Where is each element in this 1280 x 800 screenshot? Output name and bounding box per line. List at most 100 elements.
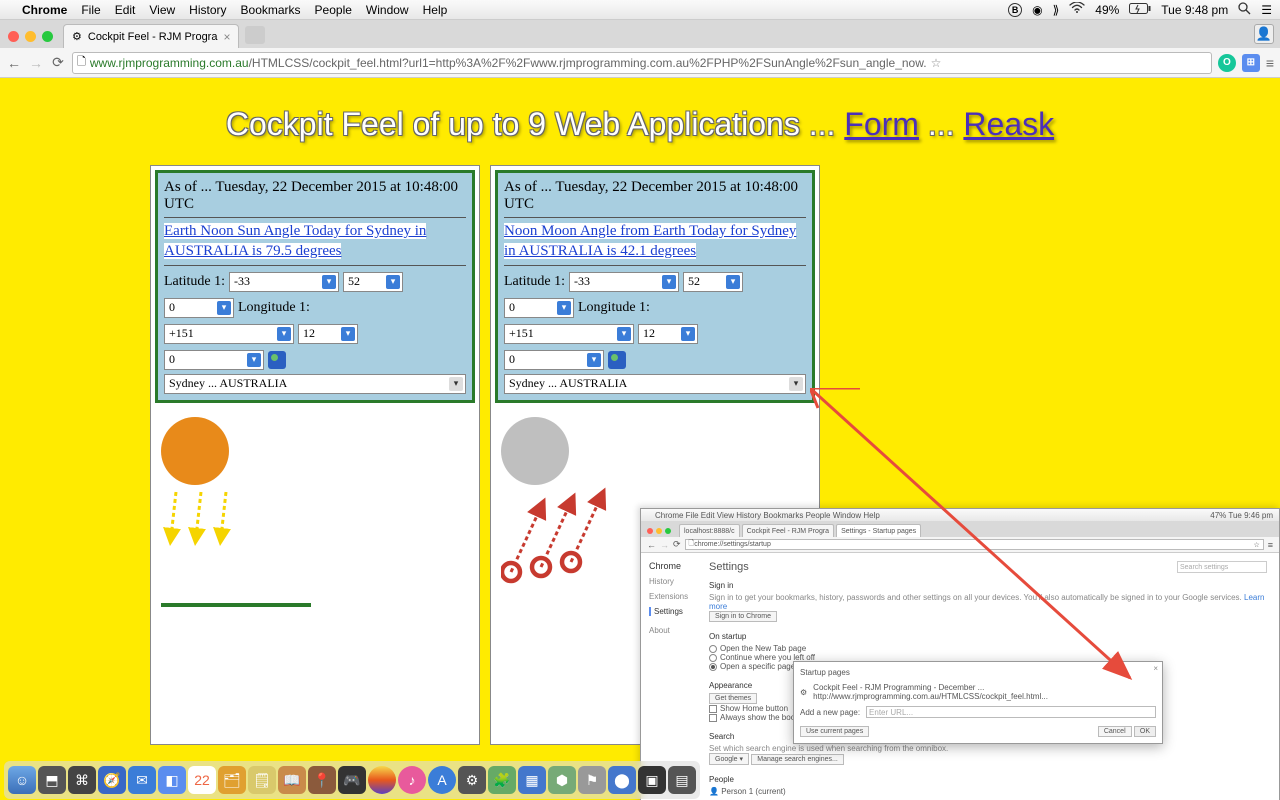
form-link[interactable]: Form [844, 106, 919, 142]
status-icon[interactable]: ⟫ [1053, 3, 1060, 17]
latitude-minute-select[interactable]: 52▾ [343, 272, 403, 292]
mail-icon[interactable]: ✉ [128, 766, 156, 794]
wifi-icon[interactable] [1069, 2, 1085, 17]
sun-angle-headline[interactable]: Earth Noon Sun Angle Today for Sydney in… [164, 223, 426, 259]
longitude-degree-select[interactable]: +151▾ [164, 324, 294, 344]
moon-angle-headline[interactable]: Noon Moon Angle from Earth Today for Syd… [504, 223, 796, 259]
inset-signin-button[interactable]: Sign in to Chrome [709, 611, 777, 622]
browser-tab[interactable]: ⚙ Cockpit Feel - RJM Progra × [63, 24, 239, 48]
latitude-degree-select[interactable]: -33▾ [569, 272, 679, 292]
inset-forward-icon[interactable]: → [660, 540, 669, 550]
calendar-icon[interactable]: 22 [188, 766, 216, 794]
dialog-cancel-button[interactable]: Cancel [1098, 726, 1132, 737]
inset-sidebar-item[interactable]: Extensions [649, 592, 709, 601]
address-bar[interactable]: 🗋 www.rjmprogramming.com.au/HTMLCSS/cock… [72, 52, 1212, 74]
inset-menu-icon[interactable]: ≡ [1268, 540, 1273, 550]
notifications-icon[interactable]: ☰ [1261, 3, 1272, 17]
dialog-close-icon[interactable]: × [1153, 664, 1158, 673]
window-close-button[interactable] [8, 31, 19, 42]
menu-view[interactable]: View [149, 3, 175, 17]
battery-icon[interactable] [1129, 3, 1151, 17]
menu-bookmarks[interactable]: Bookmarks [241, 3, 301, 17]
new-tab-button[interactable] [245, 26, 265, 44]
dock-app-icon[interactable]: 📖 [278, 766, 306, 794]
dock-app-icon[interactable]: ⬢ [548, 766, 576, 794]
dock-app-icon[interactable]: ◧ [158, 766, 186, 794]
dock-app-icon[interactable]: 🧩 [488, 766, 516, 794]
latitude-second-select[interactable]: 0▾ [164, 298, 234, 318]
dock-app-icon[interactable]: ⬒ [38, 766, 66, 794]
longitude-second-select[interactable]: 0▾ [164, 350, 264, 370]
menu-edit[interactable]: Edit [115, 3, 136, 17]
status-icon[interactable]: ◉ [1032, 3, 1042, 17]
latitude-degree-select[interactable]: -33▾ [229, 272, 339, 292]
back-button[interactable]: ← [6, 55, 22, 71]
inset-tab-active[interactable]: Settings - Startup pages [836, 524, 921, 537]
forward-button[interactable]: → [28, 55, 44, 71]
dock-app-icon[interactable]: ▤ [668, 766, 696, 794]
place-select[interactable]: Sydney ... AUSTRALIA▾ [504, 374, 806, 394]
inset-sidebar-item-active[interactable]: Settings [649, 607, 709, 616]
menu-history[interactable]: History [189, 3, 226, 17]
menu-window[interactable]: Window [366, 3, 409, 17]
profile-button[interactable]: 👤 [1254, 24, 1274, 44]
chrome-icon[interactable] [368, 766, 396, 794]
latitude-minute-select[interactable]: 52▾ [683, 272, 743, 292]
extension-icon[interactable]: ⊞ [1242, 54, 1260, 72]
menu-file[interactable]: File [81, 3, 100, 17]
dock-app-icon[interactable]: 📍 [308, 766, 336, 794]
clock[interactable]: Tue 9:48 pm [1161, 3, 1228, 17]
inset-sidebar-item[interactable]: History [649, 577, 709, 586]
dock-app-icon[interactable]: ⚙ [458, 766, 486, 794]
reload-button[interactable]: ⟳ [50, 54, 66, 71]
longitude-degree-select[interactable]: +151▾ [504, 324, 634, 344]
globe-icon[interactable] [268, 351, 286, 369]
inset-themes-button[interactable]: Get themes [709, 693, 757, 704]
dialog-ok-button[interactable]: OK [1134, 726, 1156, 737]
chrome-menu-icon[interactable]: ≡ [1266, 55, 1274, 71]
bookmark-star-icon[interactable]: ☆ [931, 56, 942, 70]
inset-search-input[interactable]: Search settings [1177, 561, 1267, 573]
itunes-icon[interactable]: ♪ [398, 766, 426, 794]
window-minimize-button[interactable] [25, 31, 36, 42]
place-select[interactable]: Sydney ... AUSTRALIA▾ [164, 374, 466, 394]
dock-app-icon[interactable]: ▦ [518, 766, 546, 794]
window-zoom-button[interactable] [42, 31, 53, 42]
longitude-minute-select[interactable]: 12▾ [638, 324, 698, 344]
menu-people[interactable]: People [315, 3, 352, 17]
inset-reload-icon[interactable]: ⟳ [673, 539, 681, 550]
inset-startup-option[interactable]: Open the New Tab page [709, 644, 1271, 653]
inset-tab[interactable]: Cockpit Feel - RJM Progra [742, 524, 834, 537]
longitude-label: Longitude 1: [578, 300, 650, 316]
app-menu[interactable]: Chrome [22, 3, 67, 17]
finder-icon[interactable]: ☺ [8, 766, 36, 794]
inset-tab[interactable]: localhost:8888/c [679, 524, 740, 537]
dock-app-icon[interactable]: 🎮 [338, 766, 366, 794]
extension-icon[interactable]: O [1218, 54, 1236, 72]
dock-app-icon[interactable]: 🗂 [218, 766, 246, 794]
dock-app-icon[interactable]: ⚑ [578, 766, 606, 794]
menu-help[interactable]: Help [423, 3, 448, 17]
latitude-second-select[interactable]: 0▾ [504, 298, 574, 318]
safari-icon[interactable]: 🧭 [98, 766, 126, 794]
status-icon[interactable]: B [1008, 3, 1022, 17]
dock-app-icon[interactable]: ⬤ [608, 766, 636, 794]
reask-link[interactable]: Reask [963, 106, 1054, 142]
longitude-second-select[interactable]: 0▾ [504, 350, 604, 370]
spotlight-icon[interactable] [1238, 2, 1251, 18]
longitude-minute-select[interactable]: 12▾ [298, 324, 358, 344]
dialog-url-input[interactable]: Enter URL... [866, 706, 1156, 718]
dock-app-icon[interactable]: ⌘ [68, 766, 96, 794]
site-info-icon[interactable]: 🗋 [77, 53, 86, 72]
inset-back-icon[interactable]: ← [647, 540, 656, 550]
globe-icon[interactable] [608, 351, 626, 369]
use-current-pages-button[interactable]: Use current pages [800, 726, 869, 737]
notes-icon[interactable]: 🗒 [248, 766, 276, 794]
tab-close-icon[interactable]: × [223, 30, 230, 44]
dialog-page-entry[interactable]: ⚙Cockpit Feel - RJM Programming - Decemb… [800, 683, 1156, 701]
favicon-icon: ⚙ [72, 30, 82, 43]
dock-app-icon[interactable]: ▣ [638, 766, 666, 794]
inset-sidebar-item[interactable]: About [649, 626, 709, 635]
inset-address-bar[interactable]: 🗋 chrome://settings/startup☆ [685, 539, 1264, 550]
appstore-icon[interactable]: A [428, 766, 456, 794]
